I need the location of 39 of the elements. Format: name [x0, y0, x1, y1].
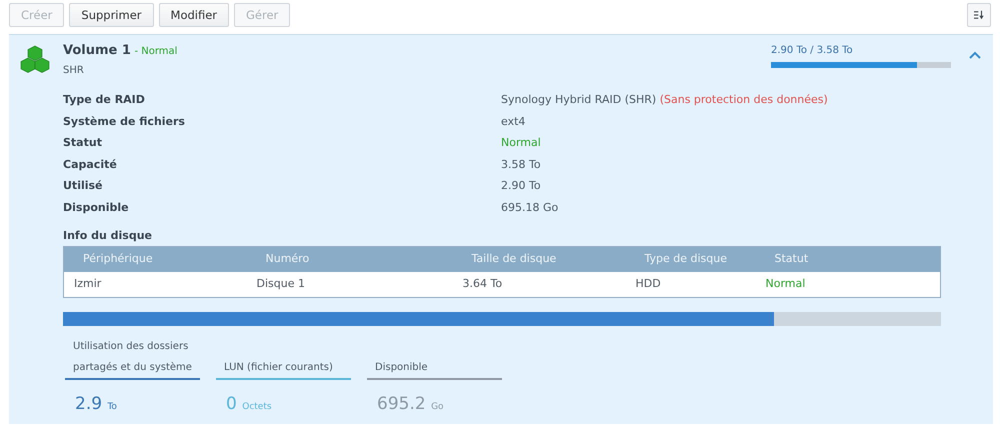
- property-label: Type de RAID: [63, 92, 146, 108]
- legend-label: Disponible: [374, 361, 429, 375]
- table-cell: Izmir: [64, 272, 246, 298]
- legend-value: 0 Octets: [225, 393, 273, 416]
- column-header: Taille de disque: [452, 246, 626, 272]
- table-cell: Disque 1: [246, 272, 452, 298]
- property-value: 2.90 To: [501, 178, 542, 194]
- volume-title: Volume 1: [63, 43, 131, 58]
- column-header: Statut: [756, 246, 940, 272]
- table-cell: HDD: [626, 272, 756, 298]
- column-header: Type de disque: [626, 246, 756, 272]
- section-title: Info du disque: [63, 228, 153, 244]
- property-value: Normal: [501, 135, 542, 151]
- property-value: 695.18 Go: [501, 200, 560, 216]
- property-value: Synology Hybrid RAID (SHR) (Sans protection des données): [501, 92, 829, 108]
- property-value: 3.58 To: [501, 156, 542, 172]
- property-label: Utilisé: [63, 178, 104, 194]
- volume-subtitle: SHR: [63, 64, 85, 78]
- property-label: Disponible: [63, 200, 130, 216]
- property-label: Statut: [63, 135, 103, 151]
- table-cell: 3.64 To: [452, 272, 626, 298]
- sort-icon: [974, 9, 984, 21]
- column-header: Numéro: [246, 246, 452, 272]
- chevron-icon[interactable]: [969, 51, 981, 59]
- legend-value: 2.9 To: [74, 393, 118, 416]
- legend-label: Utilisation des dossiers partagés et du système: [72, 340, 193, 375]
- property-value: ext4: [501, 114, 526, 130]
- usage-text: 2.90 To / 3.58 To: [771, 44, 854, 58]
- toolbar-button[interactable]: Modifier: [158, 3, 230, 27]
- volume-status: - Normal: [134, 46, 178, 57]
- cubes-icon: [20, 45, 50, 73]
- table-cell: Normal: [756, 272, 940, 298]
- sort-button[interactable]: [967, 3, 991, 27]
- legend-value: 695.2 Go: [376, 393, 445, 416]
- legend-label: LUN (fichier courants): [223, 361, 334, 375]
- toolbar-button[interactable]: Supprimer: [69, 3, 154, 27]
- property-label: Capacité: [63, 156, 118, 172]
- property-label: Système de fichiers: [63, 114, 186, 130]
- column-header: Périphérique: [64, 246, 246, 272]
